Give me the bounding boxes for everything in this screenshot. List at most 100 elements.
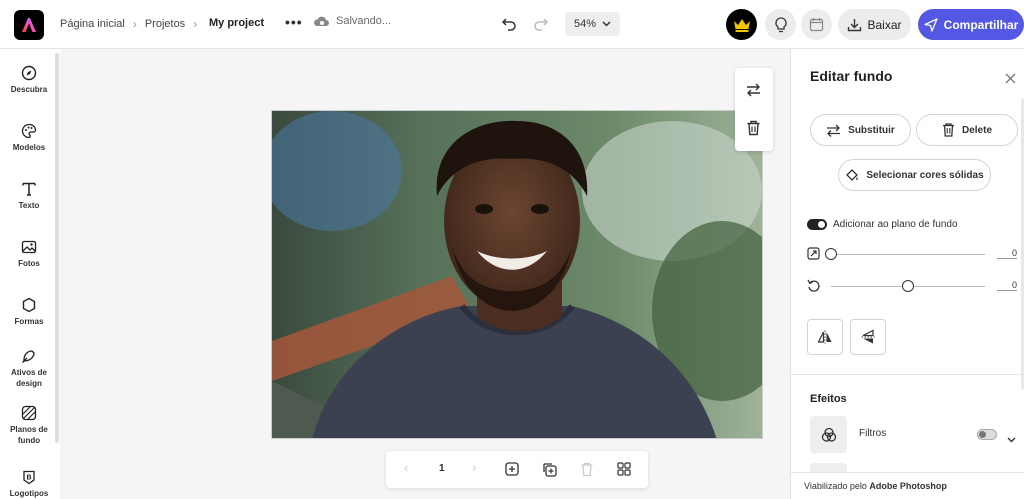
sidebar-item-modelos[interactable]: Modelos (0, 123, 58, 153)
schedule-button[interactable] (801, 9, 832, 40)
svg-text:B: B (26, 475, 31, 482)
paint-bucket-icon (846, 169, 859, 181)
delete-page-button[interactable] (580, 462, 594, 482)
canvas-photo[interactable] (271, 110, 763, 439)
adobe-express-logo[interactable] (14, 10, 44, 40)
add-page-icon (505, 462, 519, 476)
sidebar-item-label: Formas (14, 317, 44, 326)
sidebar-item-label: Logotipos (9, 489, 49, 498)
resize-icon (807, 247, 820, 260)
breadcrumb-home[interactable]: Página inicial (60, 18, 125, 30)
chevron-down-icon (1007, 437, 1016, 443)
rotation-slider-thumb[interactable] (902, 280, 914, 292)
add-to-background-label: Adicionar ao plano de fundo (833, 219, 958, 230)
more-options-button[interactable]: ••• (285, 14, 303, 30)
calendar-icon (809, 18, 824, 32)
page-number: 1 (439, 463, 445, 474)
sidebar-item-planos-de-fundo[interactable]: Planos de fundo (0, 405, 58, 446)
scale-slider-track[interactable] (831, 254, 985, 255)
scale-slider-thumb[interactable] (825, 248, 837, 260)
sidebar-item-label: Texto (18, 201, 40, 210)
undo-icon (501, 18, 516, 31)
sidebar-item-label: Ativos de design (10, 368, 47, 388)
delete-image-button[interactable] (746, 120, 761, 141)
crown-icon (733, 18, 750, 32)
adobe-express-logo-icon (22, 18, 36, 32)
grid-icon (617, 462, 631, 476)
trash-icon (942, 123, 954, 137)
trash-icon (581, 462, 593, 477)
rotate-icon (807, 279, 820, 292)
duplicate-page-button[interactable] (542, 462, 557, 482)
sidebar-item-label: Descubra (10, 85, 48, 94)
sidebar-item-fotos[interactable]: Fotos (0, 239, 58, 269)
redo-button[interactable] (532, 14, 550, 37)
download-button[interactable]: Baixar (838, 9, 911, 40)
swap-arrows-icon (827, 124, 841, 137)
grid-view-button[interactable] (617, 462, 631, 481)
sidebar-item-texto[interactable]: Texto (0, 181, 58, 211)
trash-icon (747, 120, 760, 136)
share-label: Compartilhar (943, 17, 1019, 32)
shapes-icon (22, 297, 36, 313)
left-sidebar: Descubra Modelos Texto Fotos Formas Ativ… (0, 49, 60, 499)
filters-icon (821, 427, 836, 442)
edit-background-panel: Editar fundo Substituir Delete Seleciona… (790, 49, 1024, 499)
delete-button[interactable]: Delete (916, 114, 1018, 146)
scale-value[interactable]: 0 (997, 248, 1017, 259)
filters-thumbnail[interactable] (810, 416, 847, 453)
close-panel-button[interactable] (1005, 71, 1016, 89)
save-status-text: Salvando... (336, 15, 392, 27)
sidebar-item-descubra[interactable]: Descubra (0, 65, 58, 95)
sidebar-item-label: Modelos (12, 143, 46, 152)
breadcrumb: Página inicial › Projetos › (60, 17, 197, 31)
save-status: Salvando... (313, 15, 391, 27)
premium-button[interactable] (726, 9, 757, 40)
undo-button[interactable] (500, 14, 518, 37)
top-bar: Página inicial › Projetos › My project •… (0, 0, 1024, 49)
filters-expand-button[interactable] (1007, 430, 1016, 448)
select-solid-colors-button[interactable]: Selecionar cores sólidas (838, 159, 991, 191)
replace-button[interactable]: Substituir (810, 114, 911, 146)
delete-label: Delete (961, 124, 992, 136)
rotation-value[interactable]: 0 (997, 280, 1017, 291)
image-floating-toolbar (735, 68, 773, 151)
project-name[interactable]: My project (209, 17, 264, 29)
portrait-photo (272, 111, 762, 438)
sidebar-item-logotipos[interactable]: B Logotipos (0, 469, 58, 499)
sidebar-item-formas[interactable]: Formas (0, 297, 58, 327)
add-to-background-toggle[interactable] (807, 219, 827, 230)
add-page-button[interactable] (505, 462, 519, 481)
rotation-slider-row: 0 (807, 277, 1017, 297)
sidebar-item-ativos[interactable]: Ativos de design (0, 348, 58, 389)
palette-icon (21, 123, 37, 139)
chevron-right-icon: › (132, 17, 137, 31)
share-button[interactable]: Compartilhar (918, 9, 1024, 40)
flip-horizontal-icon (817, 330, 832, 344)
chevron-down-icon (602, 21, 611, 27)
chevron-right-icon: › (193, 17, 198, 31)
panel-title: Editar fundo (810, 68, 893, 84)
download-icon (848, 18, 862, 31)
text-icon (22, 182, 36, 196)
flip-vertical-button[interactable] (850, 319, 886, 355)
send-icon (924, 17, 938, 32)
swap-image-button[interactable] (745, 82, 762, 103)
zoom-dropdown[interactable]: 54% (565, 12, 620, 36)
footer-prefix: Viabilizado pelo (804, 481, 867, 491)
breadcrumb-projects[interactable]: Projetos (145, 18, 185, 30)
logo-icon: B (23, 470, 35, 485)
filters-label: Filtros (859, 428, 887, 439)
lightbulb-icon (774, 16, 787, 32)
footer-brand: Adobe Photoshop (869, 481, 947, 491)
scale-slider-row: 0 (807, 245, 1017, 265)
flip-horizontal-button[interactable] (807, 319, 843, 355)
filters-toggle[interactable] (977, 429, 997, 440)
section-divider (791, 374, 1024, 375)
ideas-button[interactable] (765, 9, 796, 40)
redo-icon (534, 18, 549, 31)
previous-page-icon[interactable]: ‹ (404, 460, 408, 475)
swap-arrows-icon (747, 83, 760, 97)
flip-vertical-icon (861, 329, 875, 344)
next-page-icon[interactable]: › (472, 460, 476, 475)
